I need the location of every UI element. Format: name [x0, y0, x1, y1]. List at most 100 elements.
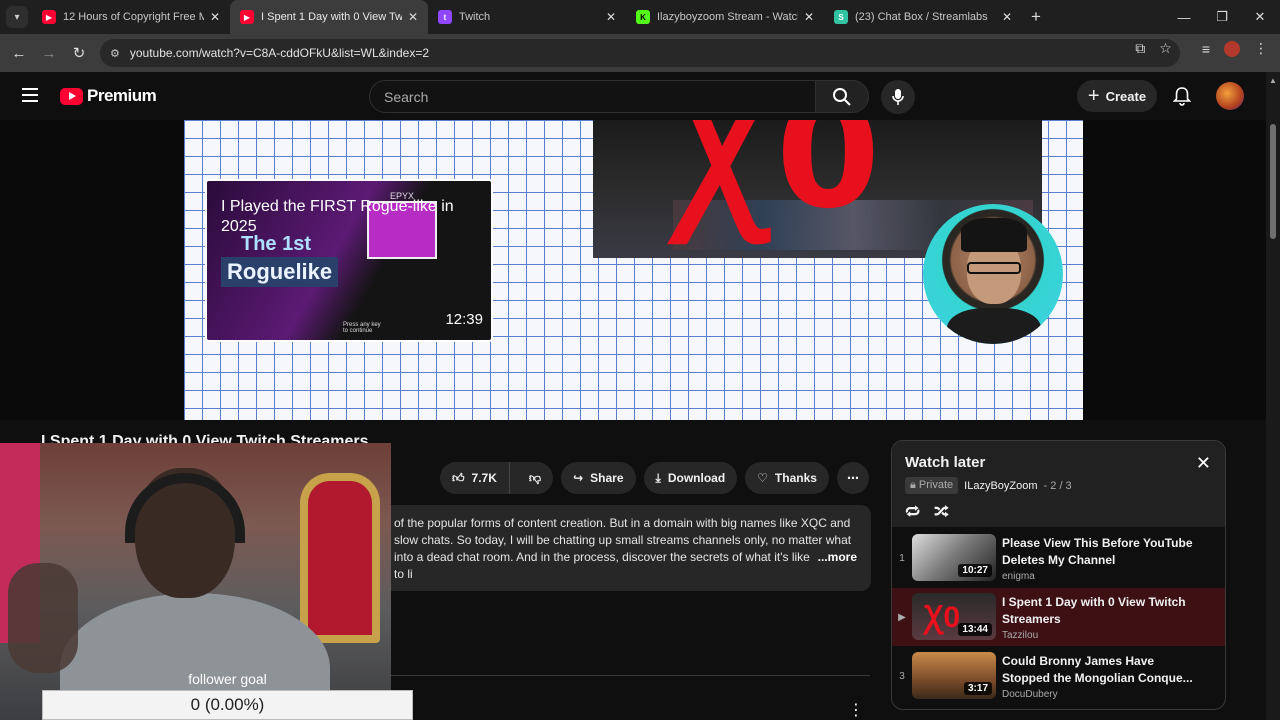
tab-title: Twitch: [459, 11, 491, 23]
video-player[interactable]: Ꭓ0 EPYX I Played the FIRST Rogue-like in…: [0, 120, 1266, 420]
playlist-item[interactable]: 3 3:17 Could Bronny James Have Stopped t…: [892, 647, 1225, 705]
dislike-button[interactable]: 👎︎: [517, 462, 553, 494]
headphones: [125, 473, 245, 543]
description-line: slow chats. So today, I will be chatting…: [394, 533, 852, 547]
comment-menu-icon[interactable]: ⋮: [848, 700, 864, 720]
item-channel: DocuDubery: [1002, 689, 1058, 700]
youtube-play-logo-icon: [60, 87, 83, 105]
browser-tab-bar: ▾ ▶ 12 Hours of Copyright Free Mu ✕ ▶ I …: [0, 0, 1280, 34]
playlist-item[interactable]: 1 10:27 Please View This Before YouTube …: [892, 529, 1225, 587]
playlist-position: - 2 / 3: [1043, 479, 1072, 492]
close-tab-icon[interactable]: ✕: [804, 10, 814, 24]
search-input[interactable]: Search: [369, 80, 816, 113]
notifications-button[interactable]: [1170, 84, 1194, 108]
close-tab-icon[interactable]: ✕: [210, 10, 220, 24]
back-arrow-icon[interactable]: ←: [4, 45, 34, 62]
close-window-icon[interactable]: ✕: [1240, 0, 1280, 34]
profile-icon[interactable]: [1224, 40, 1240, 57]
create-button[interactable]: + Create: [1077, 80, 1157, 112]
close-tab-icon[interactable]: ✕: [1002, 10, 1012, 24]
browser-tab-active[interactable]: ▶ I Spent 1 Day with 0 View Twitc ✕: [230, 0, 428, 34]
close-playlist-icon[interactable]: ✕: [1196, 453, 1211, 474]
browser-tab[interactable]: K Ilazyboyzoom Stream - Watch L ✕: [626, 0, 824, 34]
download-label: Download: [667, 471, 726, 485]
video-actions: 👍︎ 7.7K 👎︎ ↪ Share ⤓ Download ♡ Thanks ⋯: [440, 462, 869, 494]
media-controls-icon[interactable]: ≡: [1202, 41, 1210, 57]
create-label: Create: [1105, 88, 1147, 104]
forward-arrow-icon[interactable]: →: [34, 45, 64, 62]
new-tab-button[interactable]: +: [1022, 7, 1050, 27]
thumbs-down-icon: 👎︎: [528, 470, 542, 485]
search-button[interactable]: [815, 80, 869, 113]
scrollbar-thumb[interactable]: [1270, 124, 1276, 239]
hamburger-menu-icon[interactable]: [22, 88, 38, 102]
restore-window-icon[interactable]: ❐: [1202, 0, 1242, 34]
install-app-icon[interactable]: ⧉: [1135, 40, 1145, 57]
video-thumbnail: Ꭓ0 13:44: [912, 593, 996, 640]
close-tab-icon[interactable]: ✕: [408, 10, 418, 24]
thanks-button[interactable]: ♡ Thanks: [745, 462, 829, 494]
streamlabs-favicon-icon: S: [834, 10, 848, 24]
end-screen-video-card[interactable]: EPYX I Played the FIRST Rogue-like in 20…: [205, 179, 493, 342]
reload-icon[interactable]: ↻: [64, 44, 94, 62]
browser-tab[interactable]: S (23) Chat Box / Streamlabs ✕: [824, 0, 1022, 34]
minimize-window-icon[interactable]: —: [1164, 0, 1204, 34]
description-line: of the popular forms of content creation…: [394, 516, 851, 530]
tab-title: Ilazyboyzoom Stream - Watch L: [657, 11, 798, 23]
description-box[interactable]: of the popular forms of content creation…: [330, 505, 871, 591]
playlist-header: Watch later ✕ 🔒︎ Private ILazyBoyZoom - …: [892, 441, 1225, 527]
bookmark-star-icon[interactable]: ☆: [1159, 40, 1172, 57]
scroll-up-icon[interactable]: ▲: [1269, 76, 1277, 85]
youtube-favicon-icon: ▶: [42, 10, 56, 24]
browser-tab[interactable]: t Twitch ✕: [428, 0, 626, 34]
site-info-icon[interactable]: ⚙: [110, 47, 120, 60]
share-arrow-icon: ↪: [573, 471, 584, 485]
youtube-header: Premium Search + Create: [0, 72, 1266, 120]
playlist-item-current[interactable]: ▶ Ꭓ0 13:44 I Spent 1 Day with 0 View Twi…: [892, 588, 1225, 646]
brand-text: Premium: [87, 86, 157, 105]
item-index: 1: [899, 552, 905, 564]
webcam-overlay: follower goal: [0, 443, 391, 720]
follower-goal-label: follower goal: [188, 671, 267, 687]
show-more-link[interactable]: ...more: [818, 549, 857, 583]
browser-tab[interactable]: ▶ 12 Hours of Copyright Free Mu ✕: [32, 0, 230, 34]
video-thumbnail: 10:27: [912, 534, 996, 581]
tab-search-button[interactable]: ▾: [6, 6, 28, 28]
account-avatar[interactable]: [1216, 82, 1244, 110]
playlist-owner[interactable]: ILazyBoyZoom: [964, 480, 1037, 492]
kick-favicon-icon: K: [636, 10, 650, 24]
close-tab-icon[interactable]: ✕: [606, 10, 616, 24]
xqc-thumb-logo: Ꭓ0: [924, 601, 961, 634]
streamer-hand: [8, 563, 78, 673]
more-dots-icon: ⋯: [846, 471, 859, 485]
shuffle-icon[interactable]: 🔀︎: [934, 501, 949, 523]
item-channel: Tazzilou: [1002, 630, 1039, 641]
browser-menu-icon[interactable]: ⋮: [1254, 40, 1268, 57]
creator-avatar-circle[interactable]: [923, 204, 1063, 344]
youtube-premium-logo[interactable]: Premium: [60, 86, 157, 106]
avatar-glasses: [967, 262, 1021, 274]
microphone-icon: [892, 89, 904, 105]
address-bar[interactable]: ⚙ youtube.com/watch?v=C8A-cddOFkU&list=W…: [100, 39, 1180, 67]
tab-title: 12 Hours of Copyright Free Mu: [63, 11, 204, 23]
card-first-text: The 1st: [241, 233, 312, 255]
description-line: into a dead chat room. And in the proces…: [394, 550, 810, 581]
plus-icon: +: [1087, 84, 1100, 107]
item-index: 3: [899, 670, 905, 682]
item-title: Please View This Before YouTube Deletes …: [1002, 536, 1193, 567]
browser-toolbar: ← → ↻ ⚙ youtube.com/watch?v=C8A-cddOFkU&…: [0, 34, 1280, 72]
thanks-label: Thanks: [774, 471, 817, 485]
share-button[interactable]: ↪ Share: [561, 462, 636, 494]
privacy-badge: 🔒︎ Private: [905, 477, 959, 494]
voice-search-button[interactable]: [881, 80, 915, 114]
like-button[interactable]: 👍︎ 7.7K: [440, 462, 510, 494]
thumbs-up-icon: 👍︎: [452, 470, 465, 485]
more-actions-button[interactable]: ⋯: [836, 462, 869, 494]
playlist-title[interactable]: Watch later: [905, 454, 985, 471]
loop-icon[interactable]: 🔁︎: [905, 501, 920, 523]
search-icon: [833, 87, 851, 106]
tab-title: (23) Chat Box / Streamlabs: [855, 11, 988, 23]
card-duration: 12:39: [445, 311, 483, 328]
download-button[interactable]: ⤓ Download: [643, 462, 738, 494]
page-scrollbar[interactable]: ▲: [1266, 72, 1280, 720]
